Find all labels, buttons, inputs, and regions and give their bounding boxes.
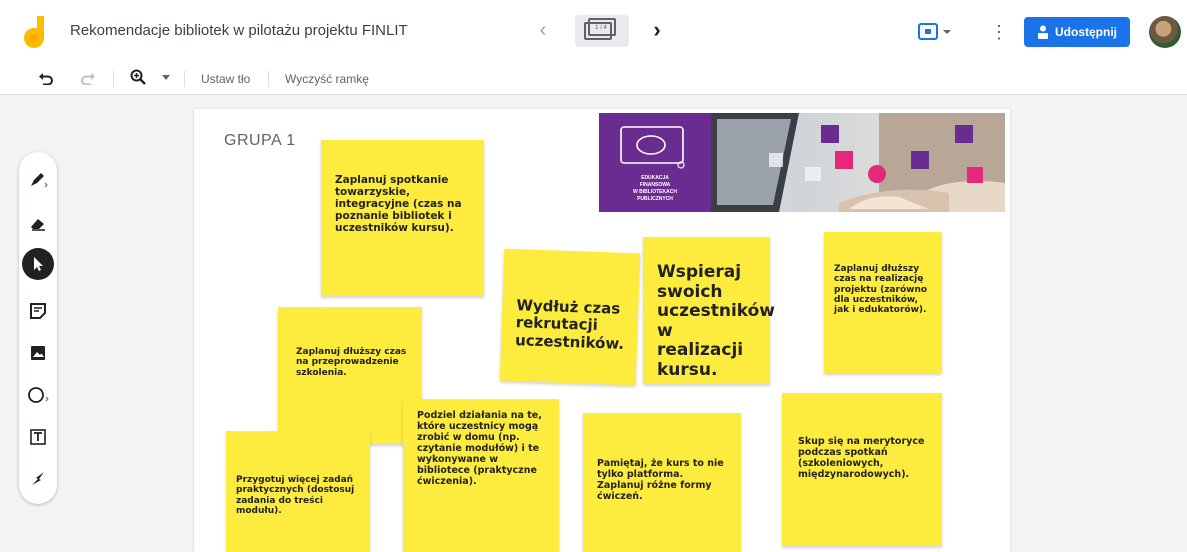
document-title[interactable]: Rekomendacje bibliotek w pilotażu projek…: [70, 22, 408, 39]
banner-text-line4: PUBLICZNYCH: [637, 196, 673, 202]
sticky-note[interactable]: Wspieraj swoich uczestników w realizacji…: [643, 237, 775, 384]
undo-icon[interactable]: [38, 69, 54, 85]
more-options-icon[interactable]: ⋮: [990, 19, 1008, 45]
zoom-dropdown-chevron-icon[interactable]: [162, 75, 170, 80]
select-tool[interactable]: [22, 248, 54, 280]
image-icon: [31, 346, 45, 360]
sticky-note-text: Podziel działania na te, które uczestnic…: [417, 410, 542, 487]
pen-tool[interactable]: [27, 168, 49, 190]
banner-text-line1: EDUKACJA: [641, 175, 669, 181]
toolbar-divider: [113, 71, 114, 87]
shape-tool[interactable]: [27, 384, 49, 406]
eraser-icon: [31, 219, 45, 231]
sticky-note-tool[interactable]: [27, 300, 49, 322]
sticky-note-text: Zaplanuj dłuższy czas na realizację proj…: [834, 264, 928, 316]
select-icon: [34, 257, 43, 271]
sticky-note-text: Zaplanuj spotkanie towarzyskie, integrac…: [335, 174, 462, 235]
sticky-note[interactable]: Pamiętaj, że kurs to nie tylko platforma…: [583, 413, 741, 552]
sticky-note-text: Pamiętaj, że kurs to nie tylko platforma…: [597, 458, 724, 502]
clear-frame-button[interactable]: Wyczyść ramkę: [285, 70, 369, 88]
share-button-label: Udostępnij: [1055, 25, 1117, 39]
banner-text-line3: W BIBLIOTEKACH: [633, 189, 677, 195]
tool-palette: [19, 152, 57, 504]
laser-icon: [32, 472, 44, 485]
jam-canvas[interactable]: GRUPA 1 EDUKACJA FINANSOWA W BIBLIOTEKAC…: [194, 109, 1010, 552]
eraser-tool[interactable]: [27, 212, 49, 234]
frame-counter: 1 / 4: [595, 25, 607, 31]
redo-icon[interactable]: [80, 69, 96, 85]
sticky-note[interactable]: Wydłuż czas rekrutacji uczestników.: [499, 248, 641, 386]
frame-bar-button[interactable]: 1 / 4: [575, 15, 629, 47]
sticky-note[interactable]: Zaplanuj dłuższy czas na przeprowadzenie…: [278, 307, 422, 444]
sticky-note-text: Skup się na merytoryce podczas spotkań (…: [798, 436, 925, 480]
text-box-tool[interactable]: [27, 426, 49, 448]
image-tool[interactable]: [27, 342, 49, 364]
person-lock-icon: [1038, 25, 1048, 39]
sticky-note-text: Wydłuż czas rekrutacji uczestników.: [514, 296, 625, 353]
laser-tool[interactable]: [27, 468, 49, 490]
project-banner-image[interactable]: EDUKACJA FINANSOWA W BIBLIOTEKACH PUBLIC…: [599, 113, 1005, 212]
pen-icon: [31, 173, 48, 188]
present-button[interactable]: [915, 19, 955, 45]
next-frame-button[interactable]: ›: [647, 18, 667, 42]
sticky-note[interactable]: Przygotuj więcej zadań praktycznych (dos…: [226, 431, 370, 552]
toolbar-divider: [184, 71, 185, 87]
sticky-note[interactable]: Zaplanuj dłuższy czas na realizację proj…: [824, 232, 942, 373]
toolbar: [0, 62, 1187, 95]
share-button[interactable]: Udostępnij: [1024, 17, 1130, 47]
zoom-icon[interactable]: [130, 69, 146, 85]
toolbar-divider: [268, 71, 269, 87]
jamboard-logo: [24, 16, 44, 48]
sticky-note[interactable]: Skup się na merytoryce podczas spotkań (…: [782, 393, 942, 546]
banner-text-line2: FINANSOWA: [640, 182, 671, 188]
account-avatar[interactable]: [1149, 16, 1181, 48]
sticky-note[interactable]: Podziel działania na te, które uczestnic…: [403, 399, 559, 552]
circle-icon: [28, 387, 49, 403]
sticky-note-text: Przygotuj więcej zadań praktycznych (dos…: [236, 475, 355, 517]
previous-frame-button[interactable]: ‹: [533, 18, 553, 42]
sticky-note-text: Zaplanuj dłuższy czas na przeprowadzenie…: [296, 347, 407, 378]
sticky-note[interactable]: Zaplanuj spotkanie towarzyskie, integrac…: [321, 140, 484, 296]
canvas-heading: GRUPA 1: [224, 132, 296, 149]
sticky-note-text: Wspieraj swoich uczestników w realizacji…: [657, 262, 776, 380]
set-background-button[interactable]: Ustaw tło: [201, 70, 250, 88]
text-box-icon: [30, 429, 46, 445]
sticky-note-icon: [30, 303, 46, 319]
